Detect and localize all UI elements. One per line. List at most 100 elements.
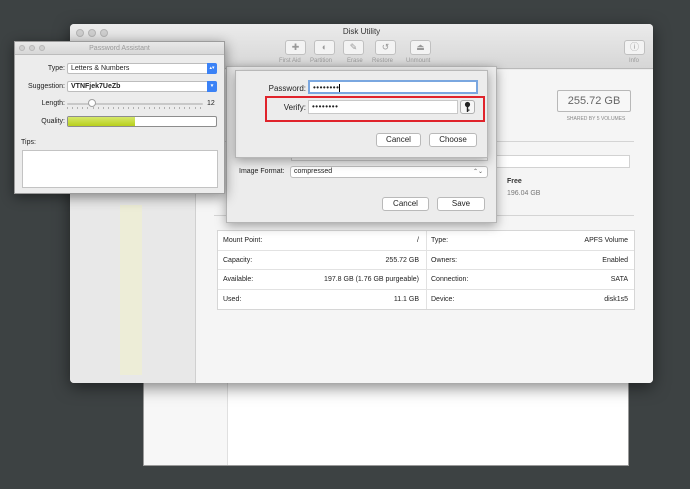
password-assistant-title: Password Assistant xyxy=(15,42,224,55)
type-select[interactable]: Letters & Numbers ▴▾ xyxy=(67,63,217,74)
type-value: APFS Volume xyxy=(584,237,628,244)
slider-tick xyxy=(138,107,140,109)
partition-icon: ◐ xyxy=(321,42,328,52)
key-icon xyxy=(464,101,471,112)
first-aid-label: First Aid xyxy=(279,58,301,64)
erase-button[interactable]: ✎ xyxy=(343,40,364,55)
slider-tick xyxy=(174,107,176,109)
partition-button[interactable]: ◐ xyxy=(314,40,335,55)
slider-tick xyxy=(133,107,135,109)
used-label: Used: xyxy=(223,295,242,303)
save-button[interactable]: Save xyxy=(437,197,485,211)
slider-tick xyxy=(184,107,186,109)
slider-tick xyxy=(67,107,68,109)
restore-icon: ↺ xyxy=(381,42,390,52)
unmount-button[interactable]: ⏏ xyxy=(410,40,431,55)
length-slider-knob[interactable] xyxy=(88,99,96,107)
window-title: Disk Utility xyxy=(342,27,381,36)
length-value: 12 xyxy=(207,100,215,107)
image-format-value: compressed xyxy=(294,168,333,175)
choose-button[interactable]: Choose xyxy=(429,133,477,147)
restore-button[interactable]: ↺ xyxy=(375,40,396,55)
slider-tick xyxy=(77,107,79,109)
suggestion-combo[interactable]: VTNFjek7UeZb ▾ xyxy=(67,81,217,92)
unmount-label: Unmount xyxy=(406,58,431,64)
first-aid-icon: ✚ xyxy=(291,42,300,52)
erase-label: Erase xyxy=(347,58,363,64)
background-window xyxy=(143,375,629,466)
unmount-icon: ⏏ xyxy=(416,42,425,52)
partition-label: Partition xyxy=(310,58,333,64)
free-label: Free xyxy=(507,178,522,185)
table-row: Mount Point: / Type: APFS Volume xyxy=(218,231,634,251)
slider-tick xyxy=(82,107,84,109)
device-value: disk1s5 xyxy=(604,295,628,303)
type-label: Type: xyxy=(47,65,65,72)
slider-tick xyxy=(143,107,145,109)
background-window-sidebar xyxy=(144,376,228,465)
device-label: Device: xyxy=(431,295,455,303)
text-cursor xyxy=(339,83,341,92)
type-value: Letters & Numbers xyxy=(71,65,130,72)
slider-tick xyxy=(189,107,191,109)
image-format-label: Image Format: xyxy=(239,168,285,175)
suggestion-value: VTNFjek7UeZb xyxy=(71,83,121,90)
zoom-window-button[interactable] xyxy=(39,45,45,51)
close-window-button[interactable] xyxy=(19,45,25,51)
tips-label: Tips: xyxy=(21,139,36,146)
password-field[interactable]: •••••••• xyxy=(308,80,478,94)
slider-tick xyxy=(158,107,160,109)
suggestion-label: Suggestion: xyxy=(28,83,65,90)
chevron-down-icon: ▾ xyxy=(207,81,217,92)
password-assistant-button[interactable] xyxy=(460,100,475,114)
quality-meter xyxy=(67,116,217,127)
tips-text-area xyxy=(22,150,218,188)
table-row: Capacity: 255.72 GB Owners: Enabled xyxy=(218,250,634,270)
slider-tick xyxy=(112,107,114,109)
slider-tick xyxy=(87,107,89,109)
cancel-password-button[interactable]: Cancel xyxy=(376,133,421,147)
table-row: Available: 197.8 GB (1.76 GB purgeable) … xyxy=(218,270,634,290)
used-value: 11.1 GB xyxy=(393,295,419,303)
verify-label: Verify: xyxy=(283,103,306,112)
available-value: 197.8 GB (1.76 GB purgeable) xyxy=(324,276,419,283)
connection-label: Connection: xyxy=(431,276,469,283)
slider-tick xyxy=(194,107,196,109)
password-dialog: Password: •••••••• Verify: •••••••• Canc… xyxy=(235,70,488,158)
first-aid-button[interactable]: ✚ xyxy=(285,40,306,55)
table-row: Used: 11.1 GB Device: disk1s5 xyxy=(218,289,634,309)
image-format-select[interactable]: compressed ⌃⌄ xyxy=(290,166,488,178)
owners-value: Enabled xyxy=(602,256,628,264)
slider-tick xyxy=(102,107,104,109)
password-assistant-window: Password Assistant Type: Letters & Numbe… xyxy=(14,41,225,194)
available-label: Available: xyxy=(223,276,254,283)
length-label: Length: xyxy=(41,100,65,107)
password-label: Password: xyxy=(268,84,306,93)
slider-tick xyxy=(107,107,109,109)
chevron-updown-icon: ▴▾ xyxy=(207,63,217,74)
slider-tick xyxy=(169,107,170,109)
verify-field[interactable]: •••••••• xyxy=(308,100,458,114)
sidebar-ghost xyxy=(120,205,142,375)
mount-point-value: / xyxy=(417,237,419,244)
slider-tick xyxy=(163,107,165,109)
capacity-badge: 255.72 GB xyxy=(557,90,631,112)
capacity-subtitle: SHARED BY 5 VOLUMES xyxy=(566,116,626,122)
password-value: •••••••• xyxy=(313,83,340,92)
capacity-label: Capacity: xyxy=(223,256,253,264)
slider-tick xyxy=(72,107,74,109)
cancel-button[interactable]: Cancel xyxy=(382,197,429,211)
minimize-window-button[interactable] xyxy=(29,45,35,51)
connection-value: SATA xyxy=(610,276,628,283)
info-button[interactable]: ⓘ xyxy=(624,40,645,55)
capacity-value: 255.72 GB xyxy=(385,256,419,264)
volume-info-table: Mount Point: / Type: APFS Volume Capacit… xyxy=(217,230,635,310)
slider-tick xyxy=(97,107,99,109)
slider-tick xyxy=(148,107,150,109)
slider-tick xyxy=(128,107,130,109)
slider-tick xyxy=(123,107,125,109)
erase-icon: ✎ xyxy=(349,42,358,52)
quality-label: Quality: xyxy=(41,118,65,125)
slider-tick xyxy=(153,107,155,109)
restore-label: Restore xyxy=(372,58,394,64)
